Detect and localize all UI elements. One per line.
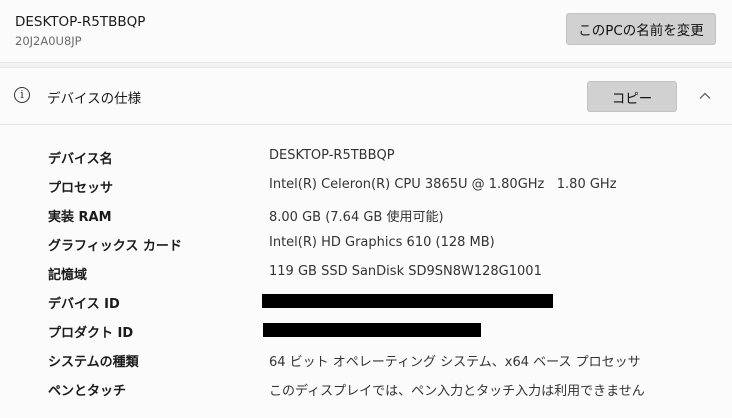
spec-label: プロダクト ID (48, 326, 134, 341)
spec-label: プロセッサ (48, 181, 114, 196)
spec-row-graphics: グラフィックス カード Intel(R) HD Graphics 610 (12… (0, 230, 732, 259)
redaction-bar (263, 323, 481, 337)
spec-label: グラフィックス カード (48, 239, 182, 254)
device-specs-section: i デバイスの仕様 コピー デバイス名 DESKTOP-R5TBBQP プロセッ… (0, 67, 732, 418)
device-model: 20J2A0U8JP (15, 34, 82, 48)
rename-pc-button[interactable]: このPCの名前を変更 (566, 13, 716, 45)
spec-label: ペンとタッチ (48, 384, 127, 399)
spec-label: デバイス ID (48, 297, 120, 312)
spec-value: このディスプレイでは、ペン入力とタッチ入力は利用できません (269, 384, 645, 399)
spec-row-storage: 記憶域 119 GB SSD SanDisk SD9SN8W128G1001 (0, 259, 732, 288)
device-name-title: DESKTOP-R5TBBQP (15, 14, 146, 30)
spec-value: 119 GB SSD SanDisk SD9SN8W128G1001 (269, 264, 542, 279)
spec-row-ram: 実装 RAM 8.00 GB (7.64 GB 使用可能) (0, 201, 732, 230)
spec-label: 実装 RAM (48, 210, 112, 225)
spec-label: 記憶域 (48, 268, 88, 283)
spec-row-device-id: デバイス ID (0, 288, 732, 317)
spec-row-device-name: デバイス名 DESKTOP-R5TBBQP (0, 143, 732, 172)
spec-value: DESKTOP-R5TBBQP (269, 148, 395, 163)
spec-value: 64 ビット オペレーティング システム、x64 ベース プロセッサ (269, 355, 641, 370)
chevron-up-icon[interactable] (697, 88, 713, 104)
device-name-card: DESKTOP-R5TBBQP 20J2A0U8JP このPCの名前を変更 (0, 0, 732, 63)
device-specs-header[interactable]: i デバイスの仕様 コピー (0, 68, 732, 125)
spec-value: Intel(R) Celeron(R) CPU 3865U @ 1.80GHz … (269, 177, 617, 192)
info-icon: i (14, 87, 30, 103)
spec-row-product-id: プロダクト ID (0, 317, 732, 346)
spec-row-system-type: システムの種類 64 ビット オペレーティング システム、x64 ベース プロセ… (0, 346, 732, 375)
copy-button[interactable]: コピー (587, 81, 677, 112)
spec-value: 8.00 GB (7.64 GB 使用可能) (269, 210, 444, 225)
device-specs-title: デバイスの仕様 (47, 91, 142, 107)
spec-label: システムの種類 (48, 355, 139, 370)
spec-row-processor: プロセッサ Intel(R) Celeron(R) CPU 3865U @ 1.… (0, 172, 732, 201)
redaction-bar (262, 294, 553, 308)
spec-value: Intel(R) HD Graphics 610 (128 MB) (269, 235, 495, 250)
spec-row-pen-touch: ペンとタッチ このディスプレイでは、ペン入力とタッチ入力は利用できません (0, 375, 732, 404)
spec-label: デバイス名 (48, 152, 113, 167)
